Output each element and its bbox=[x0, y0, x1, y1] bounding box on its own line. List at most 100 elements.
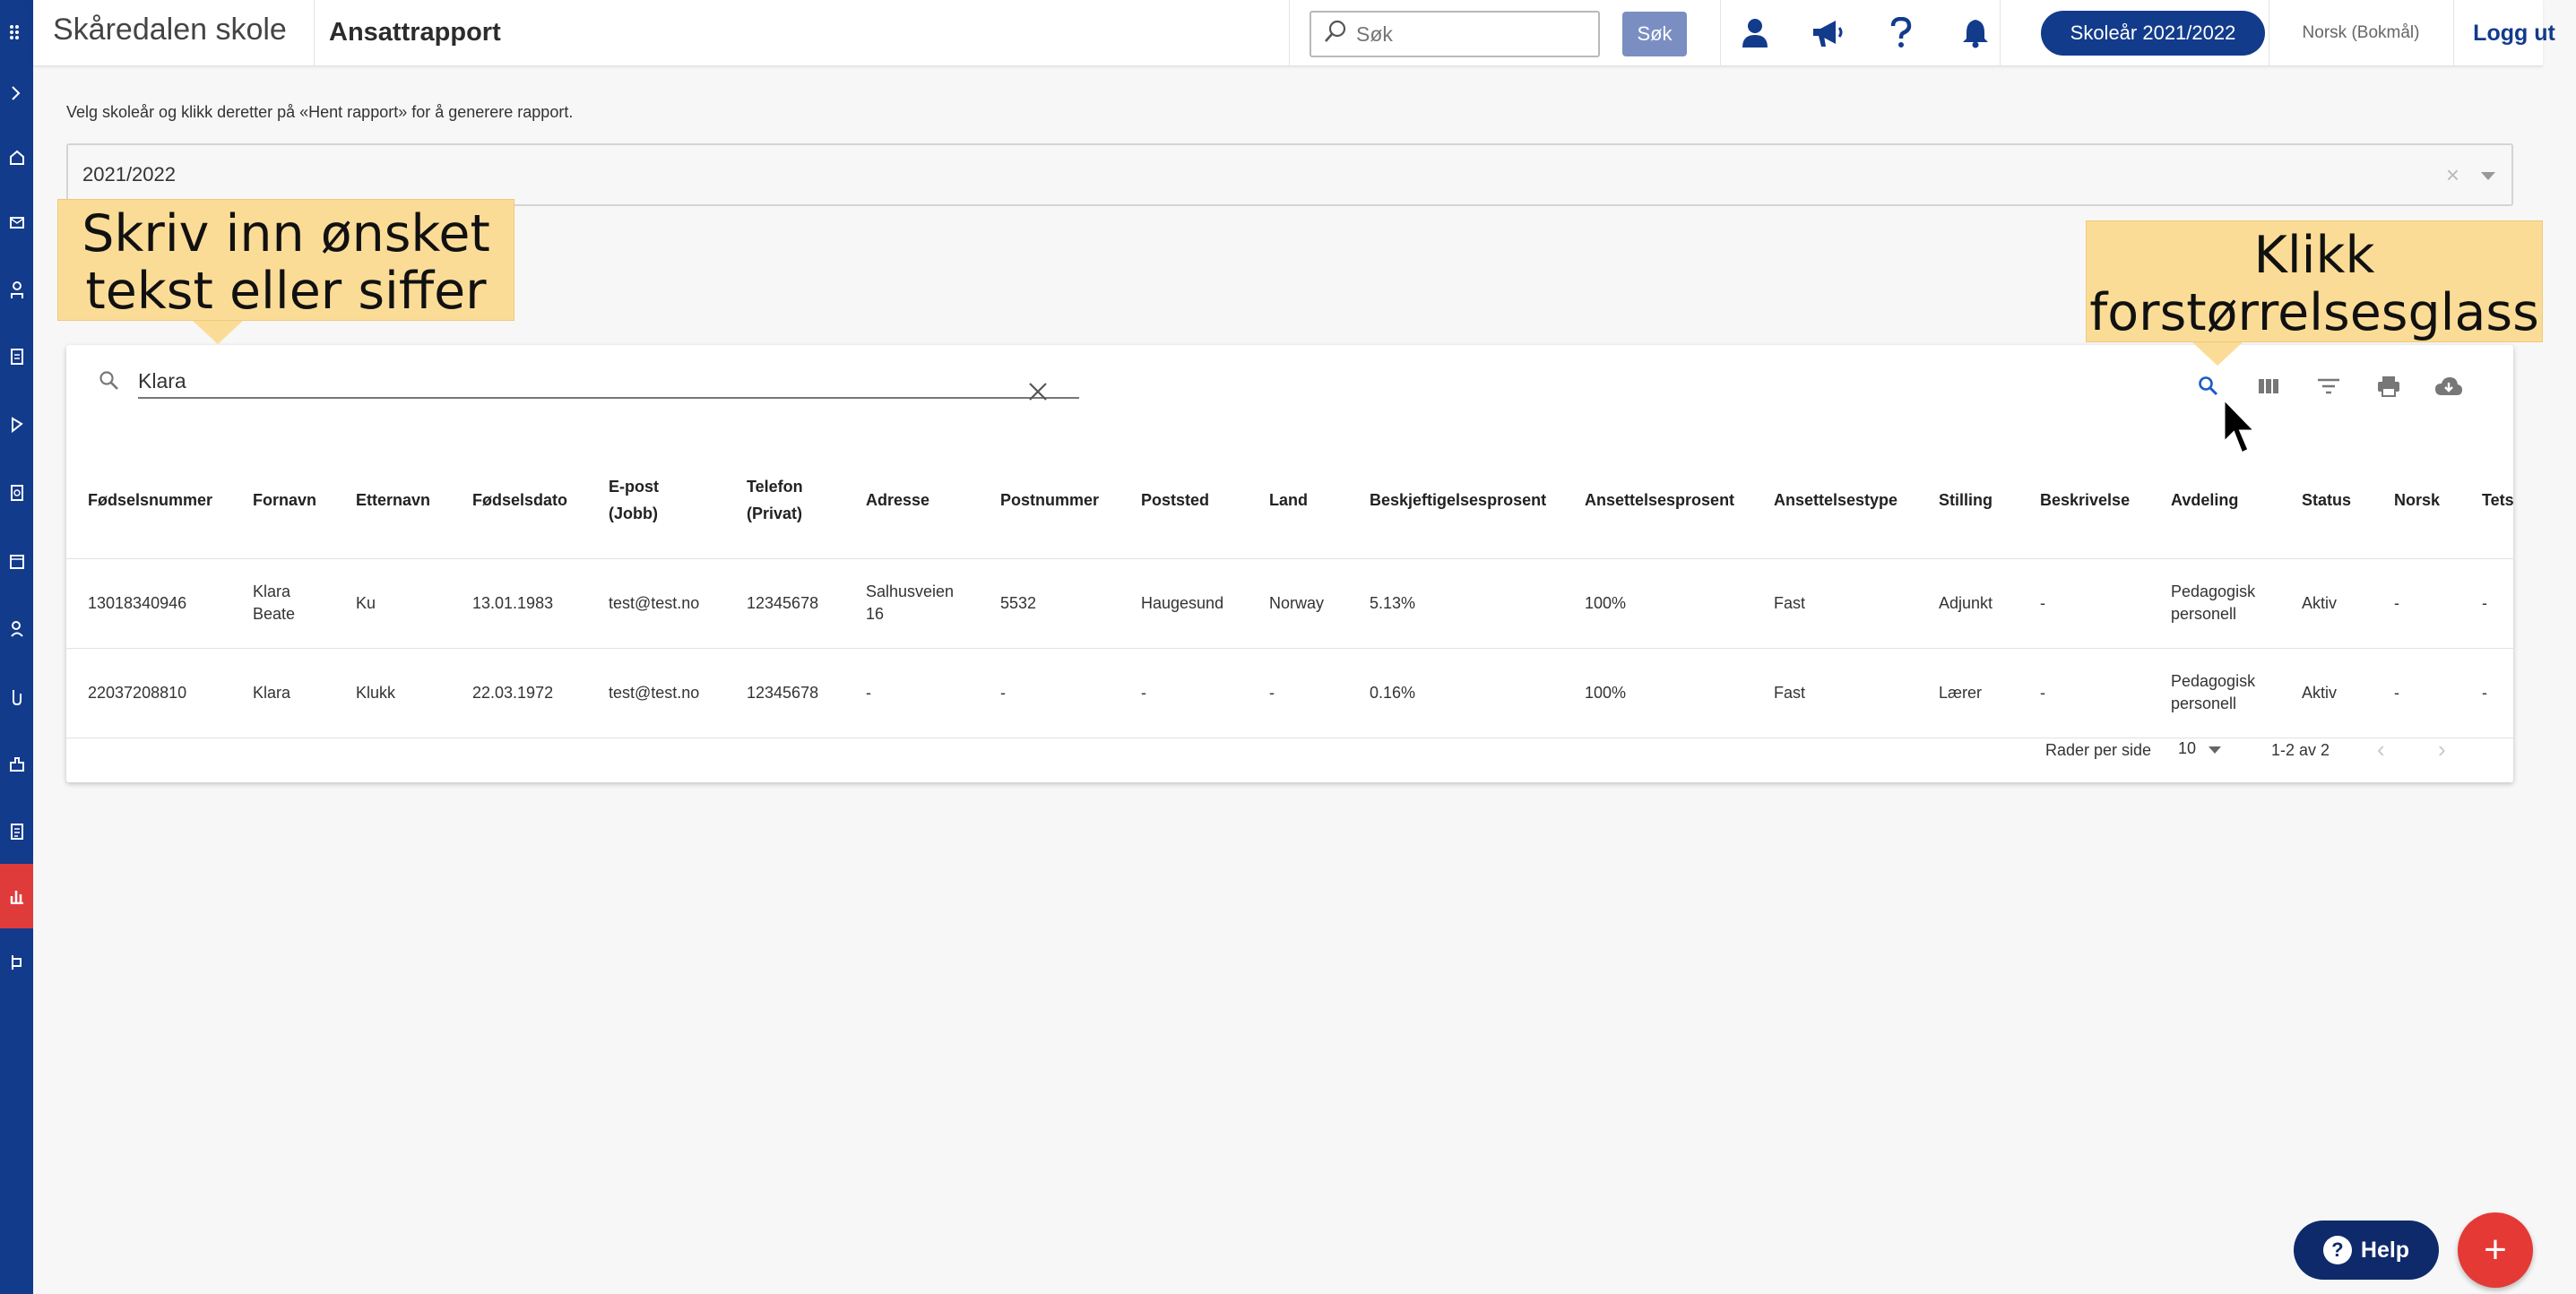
magnifier-hint-callout: Klikk forstørrelsesglass bbox=[2086, 220, 2543, 366]
column-header[interactable]: Ansettelsesprosent bbox=[1563, 442, 1752, 559]
table-cell: Pedagogisk personell bbox=[2149, 558, 2280, 649]
table-search-input[interactable] bbox=[138, 365, 1079, 399]
cell-text: Klara bbox=[253, 683, 291, 702]
megaphone-icon[interactable] bbox=[1801, 7, 1854, 59]
column-header[interactable]: Status bbox=[2280, 442, 2373, 559]
help-icon[interactable] bbox=[1874, 7, 1928, 59]
cell-text: 22037208810 bbox=[88, 683, 187, 702]
table-cell: 13018340946 bbox=[66, 558, 231, 649]
users-icon[interactable] bbox=[0, 609, 33, 649]
column-header[interactable]: Telefon (Privat) bbox=[725, 442, 844, 559]
callout-pointer bbox=[2192, 342, 2243, 366]
column-header[interactable]: Land bbox=[1248, 442, 1348, 559]
table-row[interactable]: 13018340946 Klara Beate Ku 13.01.1983 test@te… bbox=[66, 558, 2513, 649]
cell-text: Fast bbox=[1774, 593, 1806, 612]
column-header-label: Fødselsnummer bbox=[88, 490, 213, 509]
table-body: 13018340946 Klara Beate Ku 13.01.1983 test@te… bbox=[66, 558, 2513, 738]
search-button[interactable]: Søk bbox=[1622, 12, 1687, 56]
table-cell: - bbox=[2373, 558, 2460, 649]
cell-text: 100% bbox=[1585, 683, 1627, 702]
rows-per-page-select[interactable]: 10 bbox=[2178, 739, 2196, 758]
cell-text: - bbox=[2482, 593, 2487, 612]
mail-icon[interactable] bbox=[0, 203, 33, 242]
callout-text: Skriv inn ønsket bbox=[82, 204, 490, 263]
help-button[interactable]: ? Help bbox=[2294, 1221, 2439, 1280]
table-cell: 5.13% bbox=[1348, 558, 1563, 649]
mouse-cursor-icon bbox=[2222, 396, 2259, 456]
students-icon[interactable] bbox=[0, 271, 33, 310]
column-header[interactable]: Fødselsdato bbox=[451, 442, 587, 559]
table-cell: 13.01.1983 bbox=[451, 558, 587, 649]
home-icon[interactable] bbox=[0, 138, 33, 177]
school-year-value: 2021/2022 bbox=[82, 163, 176, 185]
chevron-down-icon[interactable] bbox=[2209, 746, 2221, 754]
reports-icon[interactable] bbox=[0, 812, 33, 851]
column-header[interactable]: Poststed bbox=[1119, 442, 1248, 559]
cell-text: Lærer bbox=[1939, 683, 1983, 702]
school-icon[interactable] bbox=[0, 744, 33, 783]
logout-link[interactable]: Logg ut bbox=[2453, 0, 2575, 66]
prev-page-icon[interactable]: ‹ bbox=[2377, 736, 2385, 763]
chevron-right-icon[interactable] bbox=[0, 73, 33, 113]
column-header[interactable]: Tets bbox=[2460, 442, 2513, 559]
global-search-input[interactable] bbox=[1356, 22, 1589, 47]
column-header[interactable]: Stilling bbox=[1917, 442, 2018, 559]
column-header[interactable]: Norsk bbox=[2373, 442, 2460, 559]
column-header-label: Etternavn bbox=[356, 490, 431, 509]
cell-text: - bbox=[1000, 683, 1006, 702]
clear-icon[interactable]: × bbox=[2446, 161, 2459, 189]
divider bbox=[2000, 0, 2001, 66]
cell-text: 0.16% bbox=[1370, 683, 1416, 702]
cell-text: Ku bbox=[356, 593, 376, 612]
column-header[interactable]: Postnummer bbox=[979, 442, 1119, 559]
table-cell: Salhusveien 16 bbox=[844, 558, 979, 649]
timetable-icon[interactable] bbox=[0, 405, 33, 444]
table-cell: Fast bbox=[1752, 558, 1917, 649]
add-button[interactable]: + bbox=[2458, 1212, 2533, 1288]
statistics-icon[interactable] bbox=[0, 864, 33, 928]
global-search[interactable] bbox=[1310, 11, 1600, 57]
chevron-down-icon[interactable] bbox=[2481, 172, 2495, 180]
search-icon[interactable] bbox=[2192, 370, 2225, 402]
user-icon[interactable] bbox=[1728, 7, 1782, 59]
cell-text: 100% bbox=[1585, 593, 1627, 612]
column-header-label: Beskjeftigelsesprosent bbox=[1370, 490, 1547, 509]
column-header[interactable]: Adresse bbox=[844, 442, 979, 559]
calendar-icon[interactable] bbox=[0, 541, 33, 581]
cell-text: - bbox=[2394, 683, 2399, 702]
column-header[interactable]: Fornavn bbox=[231, 442, 334, 559]
column-header[interactable]: E-post (Jobb) bbox=[587, 442, 725, 559]
download-icon[interactable] bbox=[2433, 370, 2465, 402]
table-cell: - bbox=[2460, 558, 2513, 649]
apps-icon[interactable] bbox=[0, 13, 33, 52]
column-header[interactable]: Beskjeftigelsesprosent bbox=[1348, 442, 1563, 559]
column-header-label: Avdeling bbox=[2171, 490, 2239, 509]
cell-text: 12345678 bbox=[747, 683, 819, 702]
document-icon[interactable] bbox=[0, 337, 33, 376]
assessment-icon[interactable] bbox=[0, 473, 33, 513]
language-selector[interactable]: Norsk (Bokmål) bbox=[2269, 0, 2453, 66]
help-label: Help bbox=[2360, 1237, 2410, 1263]
column-header[interactable]: Fødselsnummer bbox=[66, 442, 231, 559]
sidebar bbox=[0, 0, 33, 1294]
search-hint-callout: Skriv inn ønsket tekst eller siffer bbox=[57, 199, 514, 344]
settings-icon[interactable] bbox=[0, 943, 33, 982]
search-icon bbox=[1324, 20, 1347, 49]
filter-icon[interactable] bbox=[2312, 370, 2345, 402]
print-icon[interactable] bbox=[2373, 370, 2405, 402]
school-year-select[interactable]: 2021/2022 × bbox=[66, 143, 2513, 206]
close-icon[interactable] bbox=[1022, 375, 1054, 408]
absence-icon[interactable] bbox=[0, 677, 33, 717]
school-name[interactable]: Skåredalen skole bbox=[53, 13, 287, 47]
column-header[interactable]: Ansettelsestype bbox=[1752, 442, 1917, 559]
table-cell: Haugesund bbox=[1119, 558, 1248, 649]
next-page-icon[interactable]: › bbox=[2438, 736, 2446, 763]
column-header[interactable]: Beskrivelse bbox=[2018, 442, 2149, 559]
callout-text: forstørrelsesglass bbox=[2089, 283, 2539, 342]
cell-text: Aktiv bbox=[2302, 593, 2338, 612]
bell-icon[interactable] bbox=[1949, 7, 2002, 59]
column-header[interactable]: Avdeling bbox=[2149, 442, 2280, 559]
school-year-button[interactable]: Skoleår 2021/2022 bbox=[2041, 11, 2265, 56]
column-header[interactable]: Etternavn bbox=[334, 442, 451, 559]
callout-text: Klikk bbox=[2253, 226, 2375, 285]
